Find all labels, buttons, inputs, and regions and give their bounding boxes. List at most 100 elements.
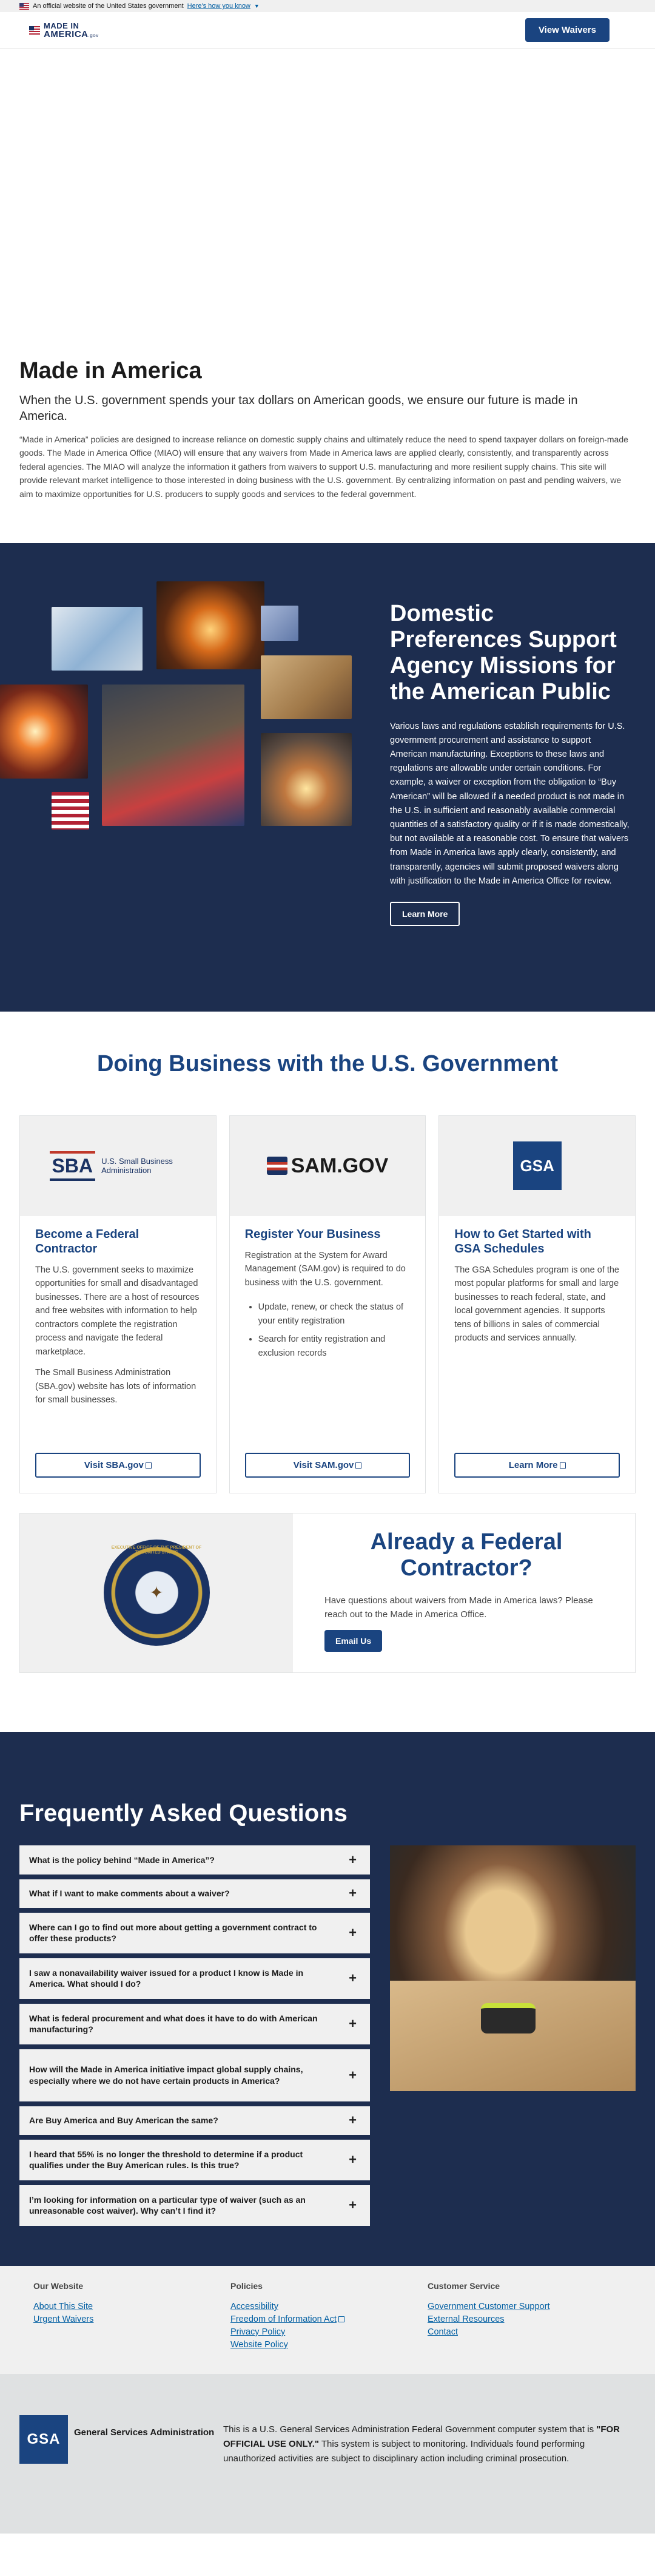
footer-link-website-policy[interactable]: Website Policy: [230, 2340, 428, 2350]
footer-heading: Customer Service: [428, 2280, 500, 2291]
visit-sba-button[interactable]: Visit SBA.gov: [35, 1452, 201, 1478]
already-federal-title: Already a Federal Contractor?: [370, 1529, 563, 1581]
footer-link-customer-support[interactable]: Government Customer Support: [428, 2302, 625, 2311]
footer-column-policies: Policies Accessibility Freedom of Inform…: [230, 2281, 428, 2374]
sba-card-title: Become a Federal Contractor: [35, 1227, 139, 1256]
already-federal-text: Have questions about waivers from Made i…: [324, 1595, 593, 1620]
agency-name: General Services Administration: [74, 2427, 215, 2438]
plus-icon: +: [349, 1851, 357, 1867]
plus-icon: +: [349, 2067, 357, 2083]
faq-question: What if I want to make comments about a …: [29, 1888, 230, 1898]
footer-column-customer-service: Customer Service Government Customer Sup…: [428, 2281, 625, 2374]
plus-icon: +: [349, 1885, 357, 1901]
plus-icon: +: [349, 2152, 357, 2168]
intro-lead: When the U.S. government spends your tax…: [19, 394, 578, 423]
sba-logo-mark: SBA: [49, 1151, 96, 1181]
faq-item[interactable]: I heard that 55% is no longer the thresh…: [19, 2139, 370, 2180]
visit-sam-label: Visit SAM.gov: [293, 1459, 354, 1470]
gov-banner-text: An official website of the United States…: [33, 2, 184, 10]
faq-question: Where can I go to find out more about ge…: [29, 1922, 317, 1944]
visit-sam-button[interactable]: Visit SAM.gov: [244, 1452, 411, 1478]
sam-logo: SAM.GOV: [266, 1154, 389, 1178]
external-link-icon: [145, 1462, 152, 1469]
footer-link-privacy[interactable]: Privacy Policy: [230, 2327, 428, 2337]
sam-card: SAM.GOV Register Your Business Registrat…: [229, 1115, 426, 1493]
footer-link-external-resources[interactable]: External Resources: [428, 2314, 625, 2324]
footer-link-foia[interactable]: Freedom of Information Act: [230, 2314, 428, 2324]
sba-card: SBA U.S. Small Business Administration B…: [19, 1115, 217, 1493]
page-title: Made in America: [19, 358, 202, 384]
email-us-button[interactable]: Email Us: [324, 1630, 383, 1652]
faq-item[interactable]: Are Buy America and Buy American the sam…: [19, 2106, 370, 2135]
gsa-learn-more-button[interactable]: Learn More: [454, 1452, 620, 1478]
uncle-sam-hat-icon: [266, 1157, 287, 1175]
faq-item[interactable]: I’m looking for information on a particu…: [19, 2185, 370, 2226]
footer-link-contact[interactable]: Contact: [428, 2327, 625, 2337]
gov-banner: An official website of the United States…: [0, 0, 655, 12]
sba-logo: SBA U.S. Small Business Administration: [49, 1151, 187, 1181]
heres-how-you-know-link[interactable]: Here's how you know: [187, 2, 250, 10]
gsa-learn-more-label: Learn More: [508, 1459, 558, 1470]
faq-item[interactable]: Where can I go to find out more about ge…: [19, 1912, 370, 1953]
visit-sba-label: Visit SBA.gov: [84, 1459, 144, 1470]
sba-card-text-1: The U.S. government seeks to maximize op…: [35, 1265, 200, 1357]
gsa-card: GSA How to Get Started with GSA Schedule…: [438, 1115, 636, 1493]
site-header: MADE IN AMERICA.gov View Waivers: [0, 12, 655, 49]
faq-item[interactable]: I saw a nonavailability waiver issued fo…: [19, 1958, 370, 1999]
sander-tool: [481, 2003, 536, 2033]
footer-identifier: GSA General Services Administration This…: [0, 2373, 655, 2534]
faq-item[interactable]: How will the Made in America initiative …: [19, 2049, 370, 2101]
footer-link-urgent-waivers[interactable]: Urgent Waivers: [33, 2314, 230, 2324]
sam-bullet: Update, renew, or check the status of yo…: [258, 1300, 411, 1328]
official-use-disclaimer: This is a U.S. General Services Administ…: [223, 2422, 636, 2534]
faq-question: How will the Made in America initiative …: [29, 2064, 303, 2086]
faq-title: Frequently Asked Questions: [19, 1799, 348, 1827]
external-link-icon: [355, 1462, 362, 1469]
sam-card-title: Register Your Business: [244, 1227, 381, 1241]
logo-line2: AMERICA: [44, 29, 89, 39]
faq-question: I heard that 55% is no longer the thresh…: [29, 2149, 303, 2171]
domestic-body: Various laws and regulations establish r…: [390, 721, 630, 886]
hero-banner: [0, 49, 655, 358]
faq-item[interactable]: What is federal procurement and what doe…: [19, 2003, 370, 2044]
boxes-photo: [261, 655, 352, 719]
gsa-logo: GSA: [512, 1141, 562, 1191]
faq-item[interactable]: What if I want to make comments about a …: [19, 1879, 370, 1908]
doing-business-title: Doing Business with the U.S. Government: [96, 1050, 559, 1077]
sba-logo-area: SBA U.S. Small Business Administration: [20, 1115, 216, 1216]
plus-icon: +: [349, 1925, 357, 1941]
footer-link-about[interactable]: About This Site: [33, 2302, 230, 2311]
site-logo[interactable]: MADE IN AMERICA.gov: [29, 22, 99, 39]
sam-card-text: Registration at the System for Award Man…: [244, 1250, 406, 1288]
gloves-photo: [52, 606, 143, 671]
gsa-footer-logo[interactable]: GSA: [19, 2415, 68, 2464]
view-waivers-button[interactable]: View Waivers: [525, 18, 610, 42]
gsa-identifier: GSA General Services Administration: [19, 2415, 223, 2534]
faq-question: I’m looking for information on a particu…: [29, 2194, 306, 2216]
us-flag-icon: [19, 2, 29, 10]
executive-office-seal-icon: EXECUTIVE OFFICE OF THE PRESIDENT OF THE…: [103, 1540, 210, 1646]
doing-business-section: Doing Business with the U.S. Government …: [0, 1012, 655, 1673]
seal-area: EXECUTIVE OFFICE OF THE PRESIDENT OF THE…: [20, 1513, 293, 1672]
footer-heading: Our Website: [33, 2280, 84, 2291]
external-link-icon: [338, 2316, 344, 2322]
intro-body: “Made in America” policies are designed …: [19, 434, 628, 499]
plus-icon: +: [349, 2197, 357, 2213]
intro-section: Made in America When the U.S. government…: [0, 358, 655, 501]
disclaimer-text: This is a U.S. General Services Administ…: [223, 2424, 597, 2435]
gsa-card-title: How to Get Started with GSA Schedules: [454, 1227, 591, 1256]
domestic-learn-more-button[interactable]: Learn More: [390, 901, 460, 926]
footer-heading: Policies: [230, 2280, 263, 2291]
chevron-down-icon[interactable]: ▼: [254, 3, 260, 9]
grinder-photo: [261, 732, 352, 826]
faq-item[interactable]: What is the policy behind “Made in Ameri…: [19, 1845, 370, 1875]
sam-bullet: Search for entity registration and exclu…: [258, 1333, 411, 1360]
footer-link-accessibility[interactable]: Accessibility: [230, 2302, 428, 2311]
faq-question: Are Buy America and Buy American the sam…: [29, 2115, 218, 2125]
small-tool-photo: [261, 605, 298, 641]
footer-column-our-website: Our Website About This Site Urgent Waive…: [33, 2281, 230, 2374]
plus-icon: +: [349, 2016, 357, 2032]
sam-logo-text: SAM.GOV: [291, 1154, 389, 1177]
flag-patches-photo: [102, 684, 244, 826]
gsa-card-text: The GSA Schedules program is one of the …: [454, 1265, 619, 1344]
